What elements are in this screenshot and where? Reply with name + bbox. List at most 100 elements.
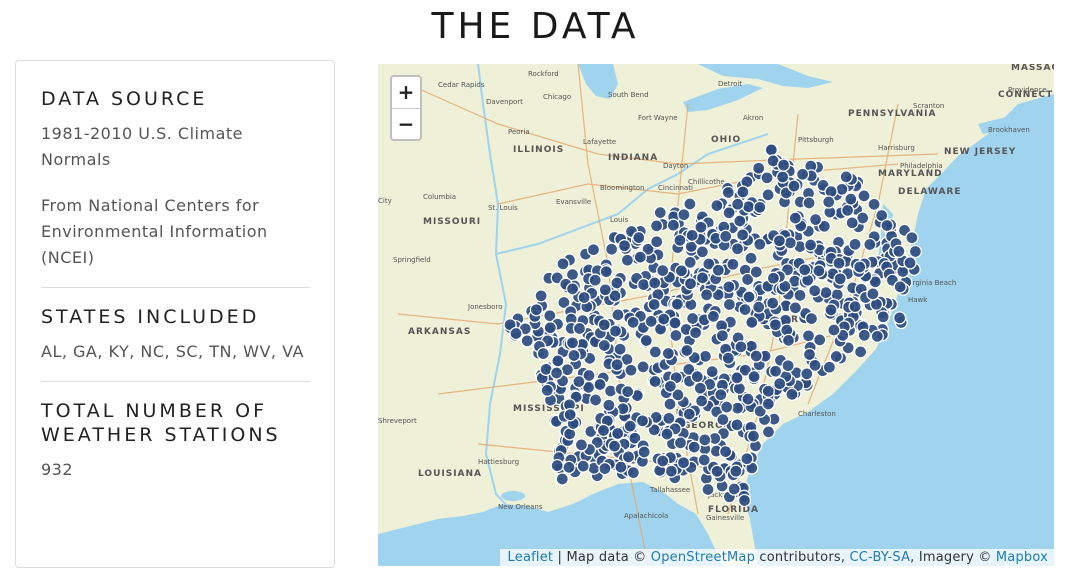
station-marker[interactable]	[617, 239, 632, 253]
station-marker[interactable]	[650, 235, 664, 249]
station-marker[interactable]	[549, 366, 564, 380]
station-marker[interactable]	[866, 287, 880, 301]
station-marker[interactable]	[611, 308, 625, 322]
station-marker[interactable]	[772, 234, 787, 248]
station-marker[interactable]	[742, 290, 756, 304]
station-marker[interactable]	[550, 458, 564, 473]
station-marker[interactable]	[705, 364, 719, 379]
station-marker[interactable]	[824, 303, 838, 317]
station-marker[interactable]	[683, 255, 697, 270]
station-marker[interactable]	[626, 465, 641, 480]
station-marker[interactable]	[829, 349, 843, 364]
station-marker[interactable]	[656, 263, 670, 278]
station-marker[interactable]	[832, 256, 846, 270]
station-marker[interactable]	[685, 228, 699, 243]
station-marker[interactable]	[827, 323, 841, 337]
station-marker[interactable]	[663, 379, 677, 393]
station-marker[interactable]	[623, 419, 637, 433]
station-marker[interactable]	[560, 363, 575, 377]
station-marker[interactable]	[803, 238, 818, 252]
station-marker[interactable]	[576, 459, 590, 473]
station-marker[interactable]	[788, 211, 802, 225]
station-marker[interactable]	[710, 464, 724, 478]
station-marker[interactable]	[529, 303, 544, 317]
station-marker[interactable]	[653, 205, 667, 220]
station-marker[interactable]	[760, 171, 774, 185]
station-marker[interactable]	[804, 311, 819, 326]
station-marker[interactable]	[648, 276, 662, 290]
station-marker[interactable]	[588, 273, 602, 287]
station-marker[interactable]	[698, 433, 712, 447]
station-marker[interactable]	[764, 143, 778, 157]
station-marker[interactable]	[668, 316, 682, 330]
zoom-out-button[interactable]: −	[392, 109, 420, 140]
station-marker[interactable]	[610, 276, 624, 290]
station-marker[interactable]	[572, 374, 586, 389]
station-marker[interactable]	[597, 338, 611, 353]
station-marker[interactable]	[768, 318, 783, 332]
station-marker[interactable]	[697, 453, 711, 467]
station-marker[interactable]	[656, 454, 670, 468]
station-marker[interactable]	[565, 336, 580, 350]
station-marker[interactable]	[551, 354, 565, 368]
station-marker[interactable]	[857, 189, 871, 203]
station-marker[interactable]	[749, 349, 763, 363]
station-marker[interactable]	[699, 288, 714, 302]
station-marker[interactable]	[773, 377, 787, 391]
station-marker[interactable]	[718, 444, 733, 459]
station-marker[interactable]	[540, 383, 554, 398]
station-marker[interactable]	[657, 312, 671, 326]
station-marker[interactable]	[611, 426, 625, 441]
station-marker[interactable]	[607, 439, 622, 453]
station-marker[interactable]	[776, 158, 791, 172]
station-marker[interactable]	[567, 348, 581, 363]
station-marker[interactable]	[833, 272, 847, 286]
station-marker[interactable]	[706, 309, 721, 324]
station-marker[interactable]	[812, 264, 826, 278]
station-marker[interactable]	[737, 493, 752, 508]
station-marker[interactable]	[613, 342, 627, 356]
zoom-in-button[interactable]: +	[392, 77, 420, 109]
station-marker[interactable]	[610, 358, 624, 372]
station-marker[interactable]	[766, 271, 781, 285]
station-marker[interactable]	[626, 315, 640, 330]
station-marker[interactable]	[710, 198, 724, 213]
station-marker[interactable]	[624, 363, 638, 377]
station-marker[interactable]	[783, 236, 797, 250]
station-marker[interactable]	[572, 321, 587, 336]
station-marker[interactable]	[636, 360, 650, 374]
station-marker[interactable]	[753, 200, 767, 214]
station-marker[interactable]	[577, 290, 591, 305]
station-marker[interactable]	[639, 333, 653, 348]
station-marker[interactable]	[722, 280, 736, 294]
station-marker[interactable]	[793, 288, 807, 303]
station-marker[interactable]	[892, 244, 906, 258]
station-marker[interactable]	[738, 302, 752, 317]
station-marker[interactable]	[664, 464, 678, 478]
station-marker[interactable]	[621, 450, 636, 464]
station-marker[interactable]	[637, 445, 651, 459]
station-marker[interactable]	[683, 277, 698, 291]
station-marker[interactable]	[695, 245, 710, 259]
station-marker[interactable]	[701, 482, 715, 497]
station-marker[interactable]	[863, 237, 877, 252]
station-marker[interactable]	[880, 218, 894, 233]
station-marker[interactable]	[598, 461, 612, 476]
station-marker[interactable]	[673, 436, 688, 450]
station-marker[interactable]	[802, 196, 816, 210]
station-marker[interactable]	[608, 324, 623, 338]
station-marker[interactable]	[604, 242, 619, 256]
station-marker[interactable]	[682, 407, 696, 421]
station-marker[interactable]	[734, 340, 748, 354]
station-marker[interactable]	[644, 314, 658, 329]
station-marker[interactable]	[695, 271, 710, 285]
station-marker[interactable]	[788, 301, 803, 315]
station-marker[interactable]	[808, 284, 822, 298]
station-marker[interactable]	[670, 297, 685, 311]
station-marker[interactable]	[563, 408, 577, 422]
station-marker[interactable]	[766, 296, 780, 310]
station-marker[interactable]	[715, 329, 730, 343]
station-marker[interactable]	[536, 346, 550, 361]
station-marker[interactable]	[673, 233, 687, 247]
station-marker[interactable]	[635, 414, 650, 428]
